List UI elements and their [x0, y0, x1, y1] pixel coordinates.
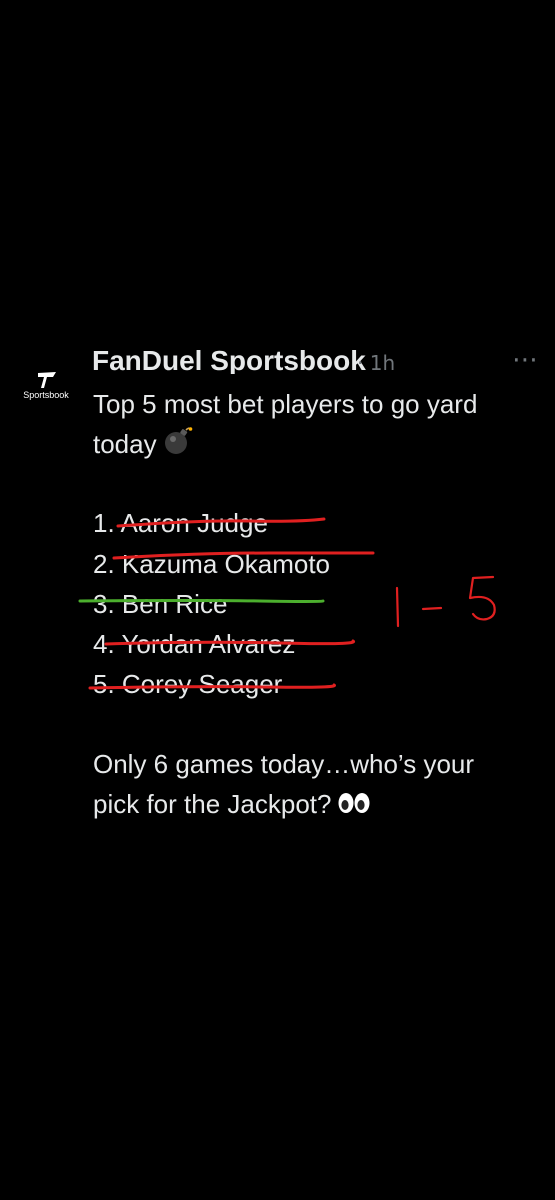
handwritten-note — [395, 575, 496, 628]
strike-line-3 — [78, 599, 325, 603]
strike-line-5 — [88, 683, 336, 690]
post: Sportsbook FanDuel Sportsbook · 1h ⋯ Top… — [0, 0, 555, 1200]
strike-line-4 — [104, 639, 356, 646]
annotation-layer — [78, 517, 496, 690]
strike-line-1 — [116, 517, 326, 528]
strike-line-2 — [112, 551, 375, 560]
